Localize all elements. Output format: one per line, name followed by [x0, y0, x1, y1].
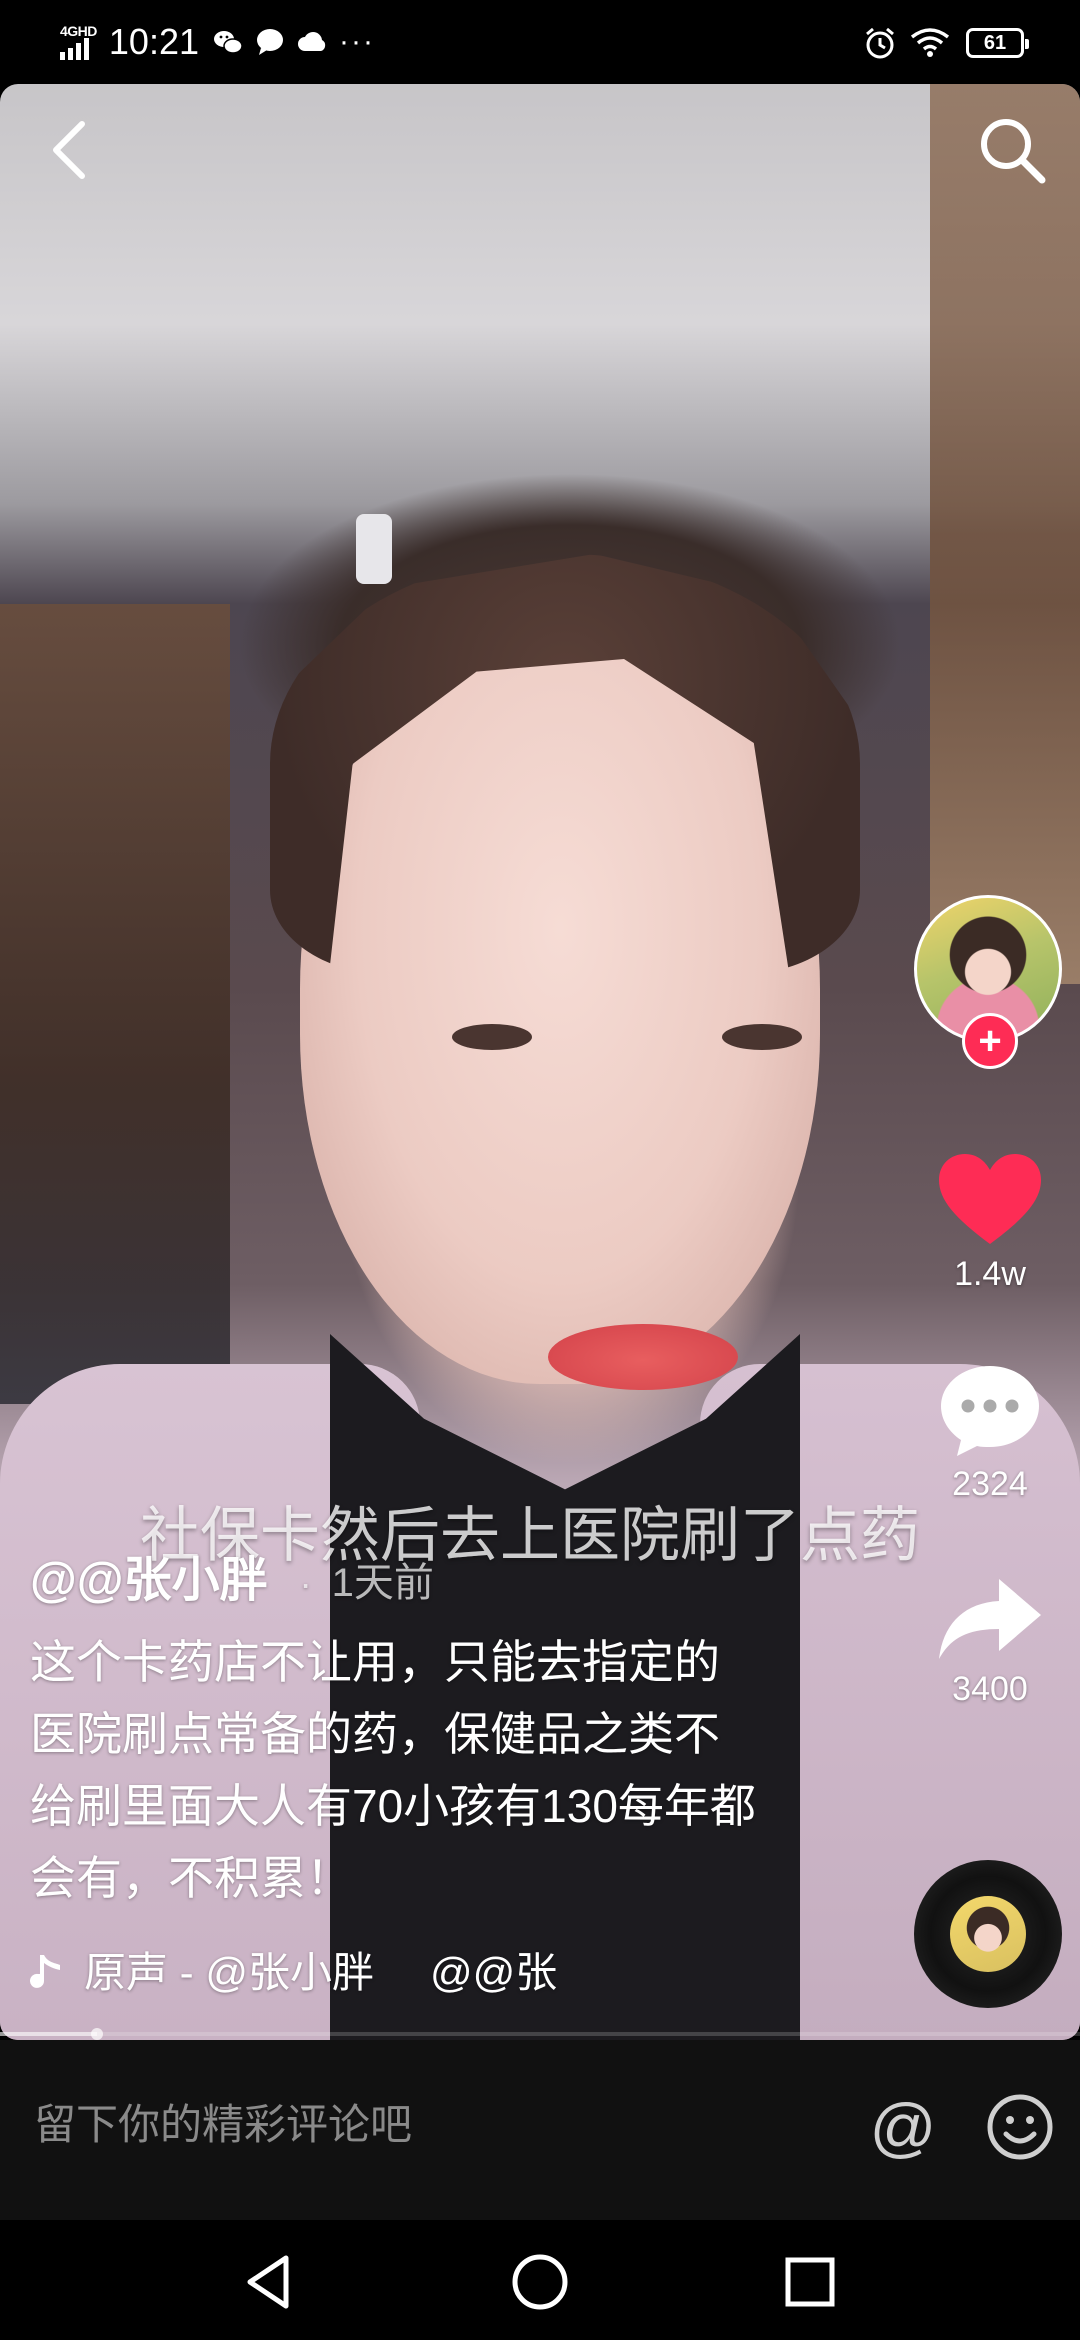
- like-action[interactable]: 1.4w: [900, 1150, 1080, 1294]
- background-wall: [930, 84, 1080, 984]
- back-button[interactable]: [40, 112, 100, 188]
- music-row[interactable]: 原声 - @张小胖 @@张: [30, 1945, 590, 2001]
- follow-button[interactable]: +: [962, 1013, 1018, 1069]
- clock: 10:21: [108, 21, 199, 62]
- author-avatar-group: +: [914, 895, 1068, 1069]
- music-label-scroll: @@张: [429, 1949, 558, 1996]
- share-action[interactable]: 3400: [900, 1575, 1080, 1709]
- ceiling-lamp: [356, 514, 392, 584]
- lips: [548, 1324, 738, 1390]
- search-button[interactable]: [974, 112, 1050, 188]
- progress-fill: [0, 2032, 98, 2036]
- battery-icon: 61: [966, 28, 1029, 58]
- heart-icon[interactable]: [935, 1150, 1045, 1250]
- more-notifications-icon: ···: [339, 25, 375, 58]
- battery-level: 61: [983, 32, 1007, 54]
- like-count: 1.4w: [954, 1255, 1026, 1293]
- nav-recents-icon[interactable]: [778, 2250, 842, 2314]
- author-row: @@张小胖 · 1天前: [30, 1550, 790, 1620]
- nav-back-icon[interactable]: [238, 2250, 302, 2314]
- post-time: 1天前: [331, 1561, 434, 1605]
- record-cover: [950, 1896, 1026, 1972]
- share-arrow-icon[interactable]: [935, 1575, 1045, 1665]
- share-count: 3400: [952, 1670, 1028, 1708]
- music-record-disc[interactable]: [914, 1860, 1062, 2008]
- music-note-icon: [30, 1955, 60, 1988]
- right-eye: [722, 1024, 802, 1050]
- status-bar: 4GHD 10:21 ··· 61: [0, 0, 1080, 84]
- wechat-icon: [214, 31, 243, 54]
- separator-dot: ·: [299, 1563, 312, 1604]
- network-type: 4GHD: [60, 23, 97, 39]
- cloud-icon: [298, 32, 326, 51]
- wifi-icon: [910, 28, 950, 57]
- music-label: 原声 - @张小胖: [84, 1949, 374, 1996]
- signal-indicator: 4GHD: [60, 24, 97, 60]
- system-nav-bar: [0, 2220, 1080, 2340]
- comment-action[interactable]: 2324: [900, 1360, 1080, 1504]
- alarm-icon: [866, 27, 894, 59]
- video-description[interactable]: 这个卡药店不让用，只能去指定的医院刷点常备的药，保健品之类不给刷里面大人有70小…: [30, 1626, 760, 1914]
- author-name[interactable]: @@张小胖: [30, 1551, 268, 1611]
- comment-input[interactable]: [32, 2100, 816, 2150]
- comment-bubble-icon[interactable]: [935, 1360, 1045, 1460]
- comment-bar: @: [0, 2040, 1080, 2220]
- status-left: 4GHD 10:21 ···: [60, 18, 375, 66]
- left-eye: [452, 1024, 532, 1050]
- background-shelves: [0, 604, 230, 1404]
- signal-bars-icon: [60, 38, 89, 60]
- message-icon: [257, 29, 283, 55]
- video-caption: @@张小胖 · 1天前 这个卡药店不让用，只能去指定的医院刷点常备的药，保健品之…: [30, 1550, 790, 1914]
- mention-button[interactable]: @: [868, 2092, 938, 2162]
- smiley-icon[interactable]: [985, 2092, 1055, 2162]
- comment-count: 2324: [952, 1465, 1028, 1503]
- video-progress-bar[interactable]: [0, 2028, 1080, 2040]
- status-right: 61: [864, 22, 1029, 64]
- nav-home-icon[interactable]: [508, 2250, 572, 2314]
